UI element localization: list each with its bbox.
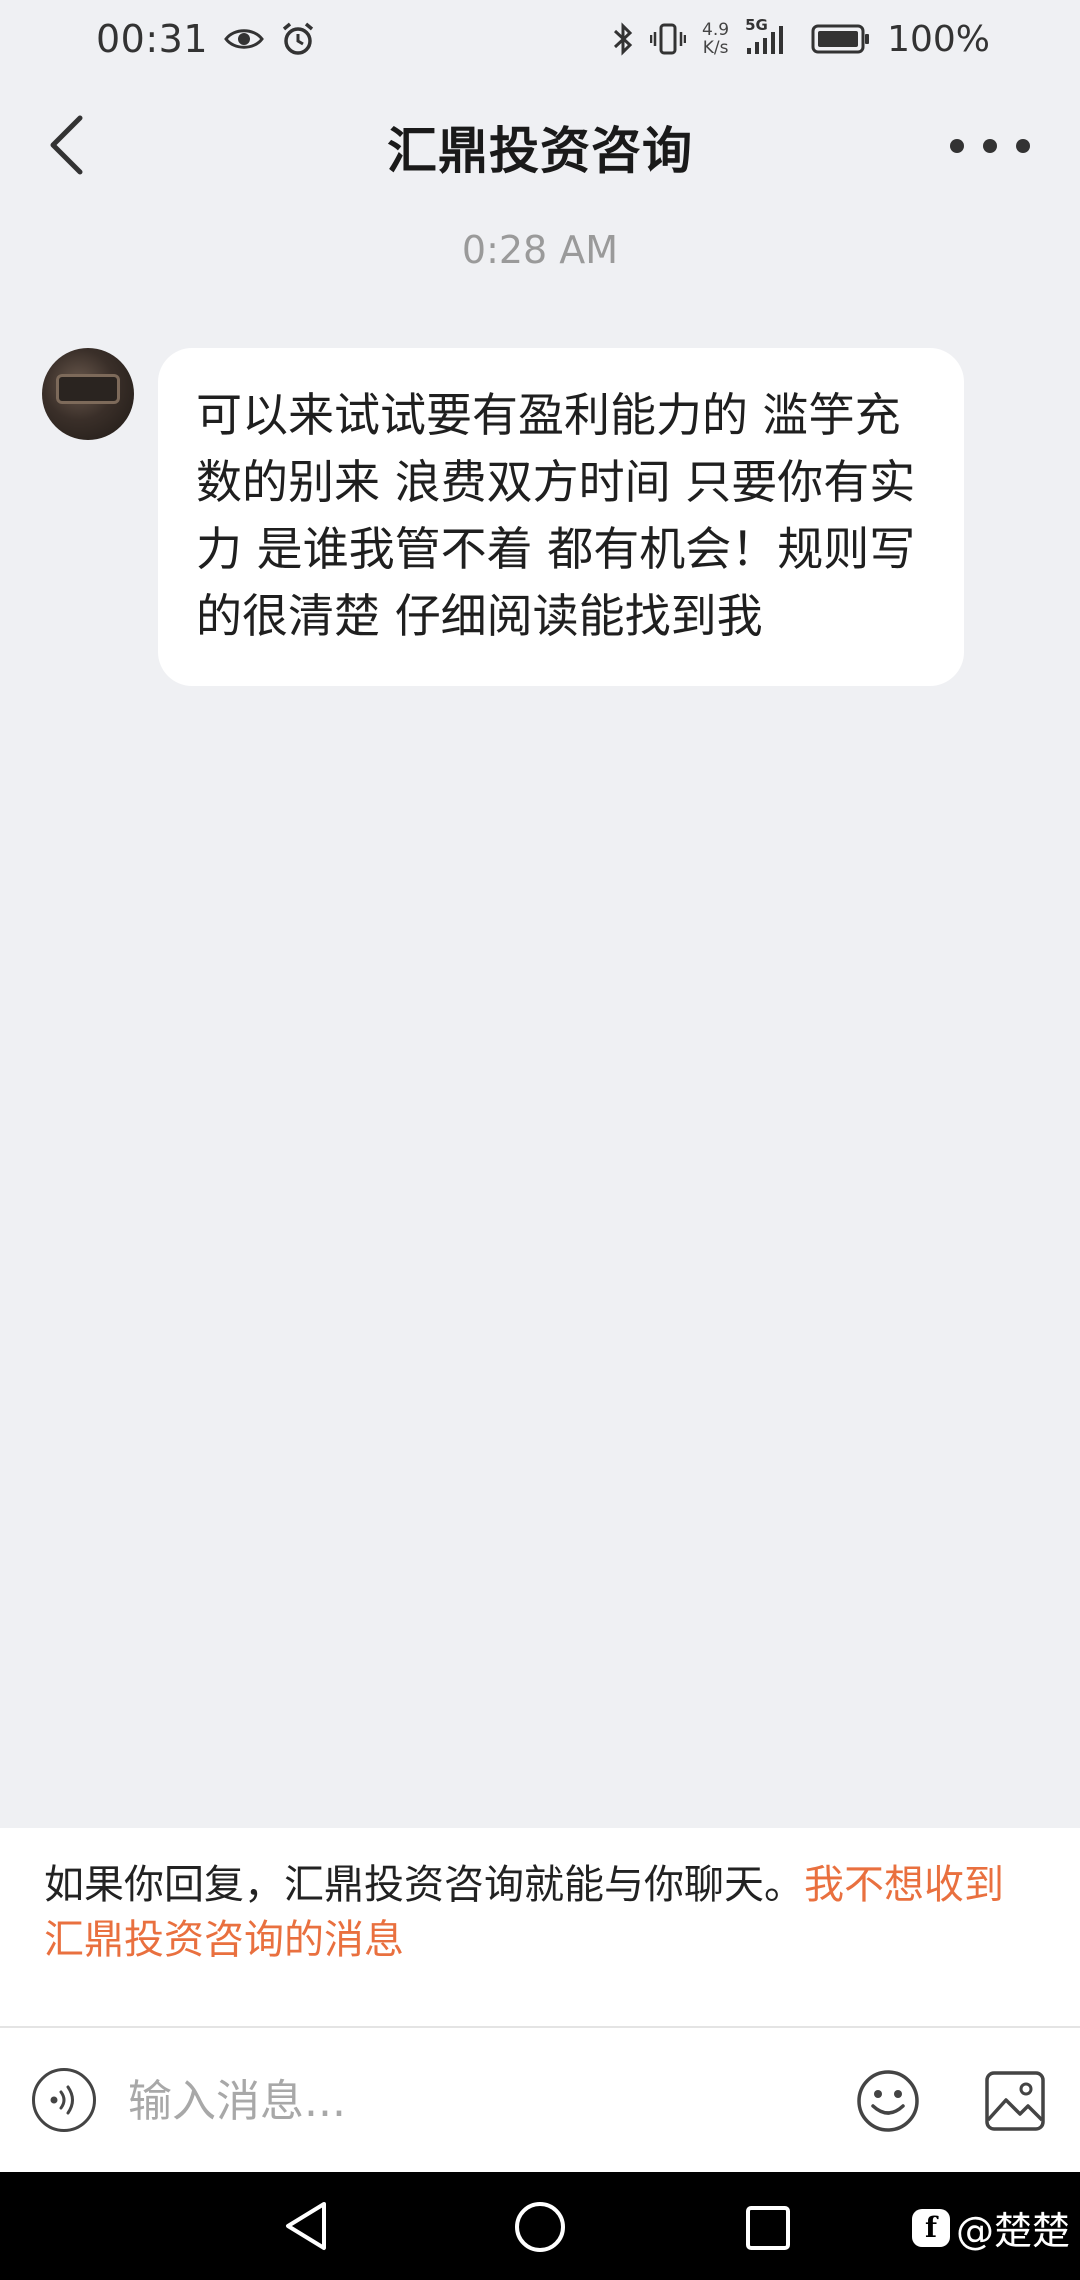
avatar[interactable]: [42, 348, 134, 440]
status-time: 00:31: [96, 17, 209, 61]
avatar-image: [56, 374, 120, 404]
input-bar: [0, 2028, 1080, 2172]
image-button[interactable]: [984, 2070, 1046, 2132]
bluetooth-icon: [612, 21, 634, 57]
page-title: 汇鼎投资咨询: [387, 122, 693, 180]
reply-notice: 如果你回复，汇鼎投资咨询就能与你聊天。我不想收到汇鼎投资咨询的消息: [0, 1828, 1080, 2026]
watermark-text: @楚楚: [955, 2209, 1070, 2253]
vibrate-icon: [650, 22, 687, 56]
signal-icon: 5G: [745, 16, 795, 56]
nav-recent-icon[interactable]: [744, 2204, 792, 2252]
voice-icon: [50, 2085, 74, 2115]
more-dot: [1016, 139, 1030, 153]
alarm-icon: [280, 21, 316, 57]
chat-header: 汇鼎投资咨询: [0, 78, 1080, 208]
eye-icon: [224, 26, 264, 52]
nav-home-icon[interactable]: [513, 2200, 567, 2254]
status-bar: 00:31 4.9 K/s 5G 100%: [0, 0, 1080, 78]
emoji-button[interactable]: [855, 2068, 921, 2134]
system-nav-bar: f @楚楚: [0, 2172, 1080, 2280]
watermark: f @楚楚: [911, 2200, 1070, 2255]
more-dot: [950, 139, 964, 153]
watermark-logo-icon: f: [911, 2208, 950, 2247]
more-options-button[interactable]: [950, 128, 1030, 164]
status-left: 00:31: [96, 17, 316, 61]
message-bubble[interactable]: 可以来试试要有盈利能力的 滥竽充数的别来 浪费双方时间 只要你有实力 是谁我管不…: [158, 348, 964, 686]
network-speed: 4.9 K/s: [702, 21, 729, 57]
notice-text: 如果你回复，汇鼎投资咨询就能与你聊天。: [44, 1862, 804, 1908]
battery-percentage: 100%: [887, 18, 990, 60]
emoji-icon: [857, 2070, 919, 2132]
status-right: 4.9 K/s 5G 100%: [612, 16, 990, 60]
message-input[interactable]: [126, 2068, 830, 2134]
message-timestamp: 0:28 AM: [461, 228, 619, 272]
signal-label: 5G: [745, 16, 768, 34]
network-speed-value: 4.9: [702, 20, 730, 40]
more-dot: [983, 139, 997, 153]
nav-back-icon[interactable]: [282, 2200, 332, 2252]
image-icon: [985, 2071, 1045, 2131]
network-speed-unit: K/s: [702, 38, 729, 58]
voice-button[interactable]: [32, 2068, 96, 2132]
battery-icon: [811, 23, 871, 55]
